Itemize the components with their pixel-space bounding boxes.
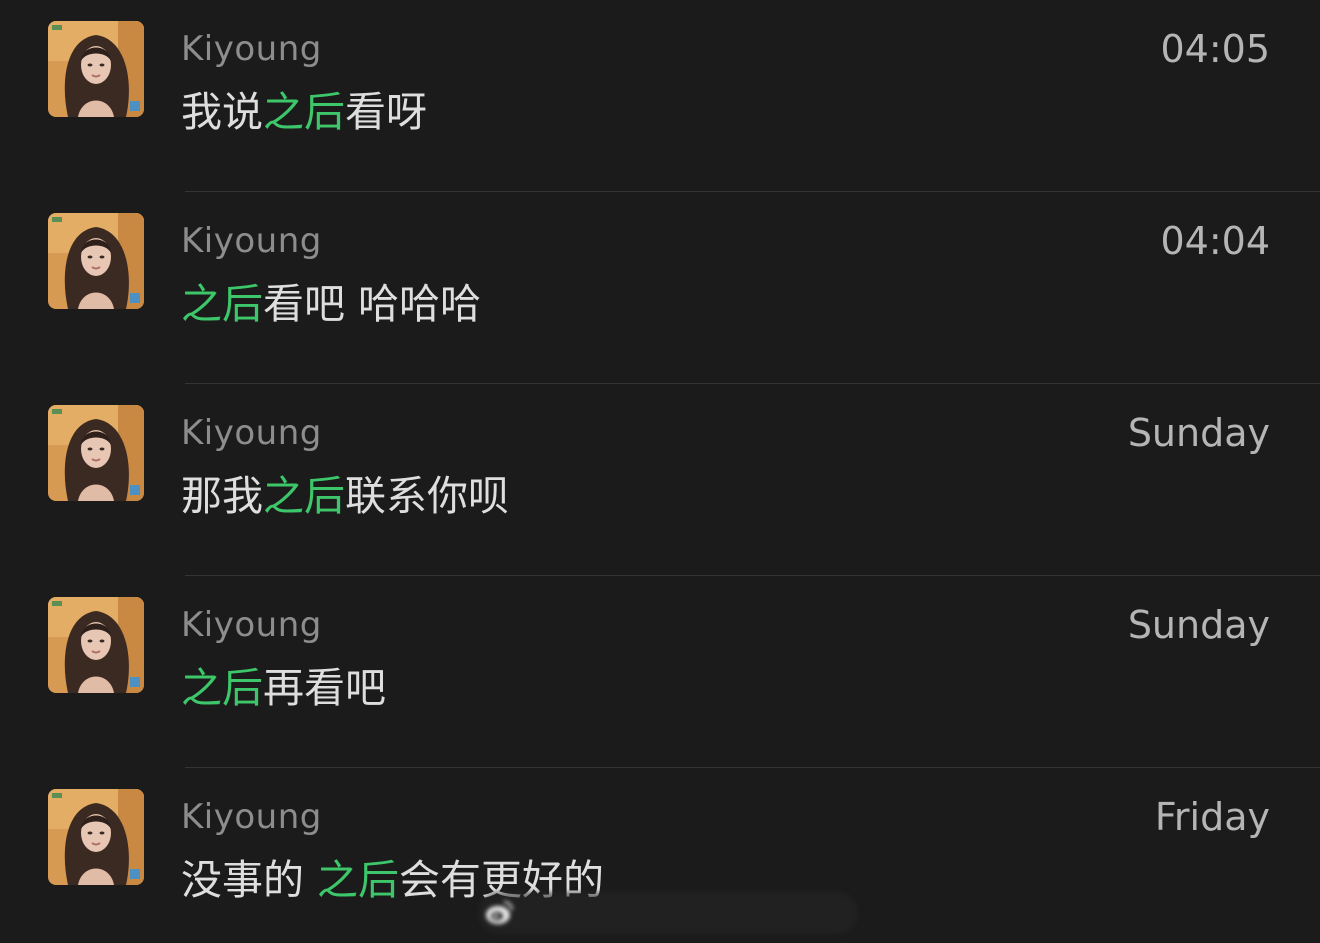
search-results-list: Kiyoung 04:05 我说之后看呀 Kiyoung 04:04 之后看吧 … (0, 0, 1320, 943)
contact-name: Kiyoung (181, 29, 322, 69)
message-snippet: 之后看吧 哈哈哈 (181, 278, 481, 330)
message-snippet: 那我之后联系你呗 (181, 470, 509, 522)
avatar[interactable] (48, 213, 144, 309)
avatar[interactable] (48, 21, 144, 117)
search-match-highlight: 之后 (263, 472, 345, 520)
contact-name: Kiyoung (181, 221, 322, 261)
message-time: Sunday (1127, 603, 1270, 647)
avatar[interactable] (48, 597, 144, 693)
contact-name: Kiyoung (181, 413, 322, 453)
message-text-after: 看呀 (345, 88, 427, 136)
search-match-highlight: 之后 (181, 664, 263, 712)
profile-photo-icon (48, 789, 144, 885)
profile-photo-icon (48, 405, 144, 501)
message-snippet: 之后再看吧 (181, 662, 386, 714)
message-text-before: 没事的 (181, 856, 318, 904)
profile-photo-icon (48, 597, 144, 693)
contact-name: Kiyoung (181, 797, 322, 837)
profile-photo-icon (48, 21, 144, 117)
watermark (478, 892, 858, 934)
avatar[interactable] (48, 789, 144, 885)
message-time: 04:05 (1160, 27, 1270, 71)
chat-result-row[interactable]: Kiyoung 04:04 之后看吧 哈哈哈 (0, 192, 1320, 384)
weibo-logo-icon (486, 901, 513, 924)
chat-result-row[interactable]: Kiyoung 04:05 我说之后看呀 (0, 0, 1320, 192)
message-time: Sunday (1127, 411, 1270, 455)
search-match-highlight: 之后 (263, 88, 345, 136)
search-match-highlight: 之后 (317, 856, 400, 904)
message-text-before: 我说 (181, 88, 263, 136)
search-match-highlight: 之后 (181, 280, 263, 328)
avatar[interactable] (48, 405, 144, 501)
message-text-after: 再看吧 (263, 664, 386, 712)
message-snippet: 我说之后看呀 (181, 86, 427, 138)
message-text-after: 看吧 哈哈哈 (263, 280, 482, 328)
message-time: 04:04 (1160, 219, 1270, 263)
contact-name: Kiyoung (181, 605, 322, 645)
chat-result-row[interactable]: Kiyoung Sunday 那我之后联系你呗 (0, 384, 1320, 576)
message-text-before: 那我 (181, 472, 263, 520)
profile-photo-icon (48, 213, 144, 309)
message-time: Friday (1154, 795, 1270, 839)
message-text-after: 联系你呗 (345, 472, 509, 520)
chat-result-row[interactable]: Kiyoung Sunday 之后再看吧 (0, 576, 1320, 768)
